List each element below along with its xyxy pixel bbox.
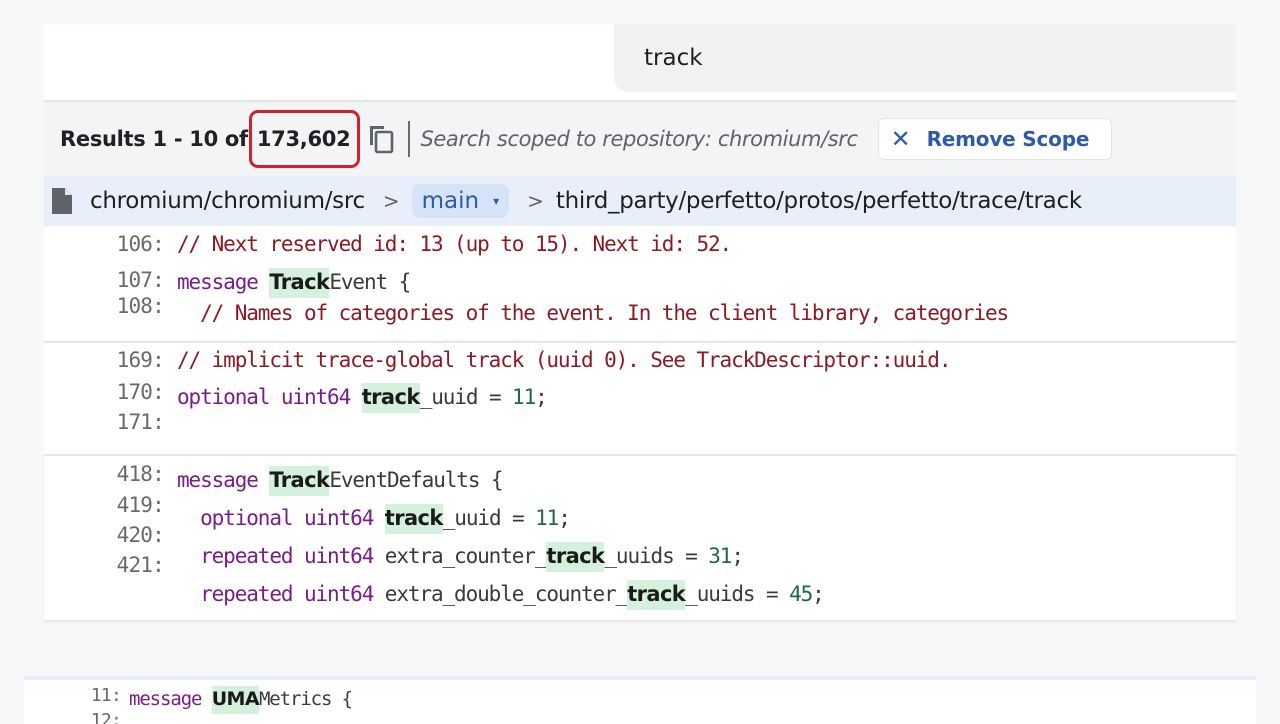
code-token: _uuid = bbox=[419, 385, 513, 409]
line-number[interactable]: 418: bbox=[84, 462, 165, 486]
code-token: 45 bbox=[789, 582, 813, 606]
code-line[interactable]: message UMAMetrics { bbox=[129, 686, 353, 714]
code-token: Event { bbox=[329, 270, 411, 294]
code-token: ; bbox=[535, 385, 548, 409]
line-number[interactable]: 11: bbox=[64, 685, 122, 706]
match-highlight: track bbox=[384, 504, 443, 534]
code-token: _uuids = bbox=[685, 582, 790, 606]
line-number[interactable]: 170: bbox=[84, 380, 165, 404]
line-number[interactable]: 420: bbox=[84, 523, 165, 547]
match-highlight: track bbox=[546, 542, 605, 572]
file-icon bbox=[52, 188, 72, 214]
results-total-count: 173,602 bbox=[248, 110, 361, 168]
results-prefix: Results 1 - 10 of bbox=[60, 127, 255, 151]
line-number[interactable]: 419: bbox=[84, 493, 165, 517]
code-token: Metrics { bbox=[258, 688, 353, 710]
search-box[interactable] bbox=[614, 24, 1236, 92]
code-token: message bbox=[177, 270, 270, 294]
code-token: optional uint64 bbox=[177, 385, 362, 409]
remove-scope-label: Remove Scope bbox=[926, 127, 1090, 151]
code-token: 11 bbox=[512, 385, 536, 409]
match-highlight: Track bbox=[269, 268, 330, 298]
line-number[interactable]: 421: bbox=[84, 553, 165, 577]
code-line[interactable]: // Names of categories of the event. In … bbox=[177, 301, 1009, 325]
code-line[interactable]: repeated uint64 extra_counter_track_uuid… bbox=[177, 542, 744, 572]
line-number[interactable]: 107: bbox=[84, 268, 165, 292]
code-token: 31 bbox=[708, 544, 732, 568]
scope-text: Search scoped to repository: chromium/sr… bbox=[420, 127, 858, 151]
results-summary: Results 1 - 10 of 173,602 bbox=[60, 110, 361, 168]
chevron-right-icon: > bbox=[527, 189, 544, 213]
code-snippet: 11: 12: message UMAMetrics { bbox=[24, 676, 1256, 724]
code-token: ; bbox=[731, 544, 744, 568]
breadcrumb: chromium/chromium/src > main ▾ > third_p… bbox=[44, 176, 1236, 226]
line-number[interactable]: 12: bbox=[64, 710, 122, 724]
code-snippet: 106: 107: 108: // Next reserved id: 13 (up … bbox=[44, 226, 1236, 340]
match-highlight: UMA bbox=[211, 686, 260, 714]
code-line[interactable]: message TrackEventDefaults { bbox=[177, 466, 504, 496]
close-icon: ✕ bbox=[890, 125, 911, 153]
code-line[interactable]: optional uint64 track_uuid = 11; bbox=[177, 504, 571, 534]
line-number[interactable]: 169: bbox=[84, 348, 165, 372]
code-token: ; bbox=[558, 506, 571, 530]
breadcrumb-file-path[interactable]: third_party/perfetto/protos/perfetto/tra… bbox=[556, 188, 1082, 214]
code-token: // Next reserved id: 13 (up to 15). Next… bbox=[177, 232, 732, 256]
code-token: message bbox=[177, 468, 270, 492]
results-bar: Results 1 - 10 of 173,602 Search scoped … bbox=[44, 100, 1236, 176]
code-line[interactable]: // implicit trace-global track (uuid 0).… bbox=[177, 348, 951, 372]
code-line[interactable]: optional uint64 track_uuid = 11; bbox=[177, 383, 548, 413]
chevron-right-icon: > bbox=[382, 189, 400, 213]
code-token: extra_counter_ bbox=[384, 544, 548, 568]
code-token: extra_double_counter_ bbox=[384, 582, 629, 606]
search-input[interactable] bbox=[644, 45, 1204, 71]
remove-scope-button[interactable]: ✕ Remove Scope bbox=[877, 118, 1113, 160]
breadcrumb-repo-link[interactable]: chromium/chromium/src bbox=[90, 188, 365, 214]
code-token: 11 bbox=[535, 506, 559, 530]
code-token: message bbox=[129, 688, 212, 710]
code-token: repeated uint64 bbox=[177, 582, 385, 606]
line-number[interactable]: 108: bbox=[84, 294, 165, 318]
line-number[interactable]: 106: bbox=[84, 232, 165, 256]
code-snippet: 169: 170: 171: // implicit trace-global tra… bbox=[44, 341, 1236, 454]
search-header bbox=[44, 24, 1236, 100]
line-number[interactable]: 171: bbox=[84, 410, 165, 434]
code-token: // Names of categories of the event. In … bbox=[177, 301, 1009, 325]
code-line[interactable]: repeated uint64 extra_double_counter_tra… bbox=[177, 580, 825, 610]
code-token: _uuid = bbox=[442, 506, 536, 530]
branch-selector[interactable]: main ▾ bbox=[411, 184, 510, 218]
code-token: // implicit trace-global track (uuid 0).… bbox=[177, 348, 951, 372]
code-snippet: 418: 419: 420: 421: message TrackEventDefaul… bbox=[44, 454, 1236, 620]
copy-icon[interactable] bbox=[366, 123, 396, 155]
match-highlight: Track bbox=[269, 466, 330, 496]
code-token: ; bbox=[812, 582, 825, 606]
code-line[interactable]: message TrackEvent { bbox=[177, 268, 411, 298]
code-token: optional uint64 bbox=[177, 506, 385, 530]
divider bbox=[408, 121, 411, 157]
match-highlight: track bbox=[361, 383, 420, 413]
match-highlight: track bbox=[627, 580, 686, 610]
code-line[interactable]: // Next reserved id: 13 (up to 15). Next… bbox=[177, 232, 732, 256]
caret-down-icon: ▾ bbox=[493, 194, 500, 208]
branch-name: main bbox=[421, 188, 480, 214]
code-token: repeated uint64 bbox=[177, 544, 385, 568]
code-token: _uuids = bbox=[604, 544, 709, 568]
code-token: EventDefaults { bbox=[329, 468, 503, 492]
